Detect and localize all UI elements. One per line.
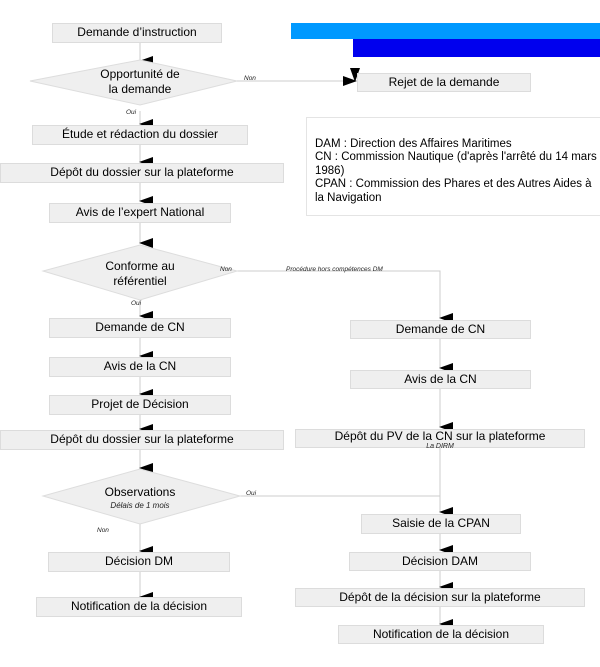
node-notification-left: Notification de la décision <box>36 597 242 617</box>
depot-pv-subtitle: La DIRM <box>426 443 454 450</box>
label-line: Opportunité de <box>100 67 180 81</box>
edge <box>237 270 453 323</box>
node-rejet: Rejet de la demande <box>357 73 531 92</box>
decision-observations-label: Observations <box>104 485 176 499</box>
node-decision-dam: Décision DAM <box>349 552 531 571</box>
node-demande-cn-right: Demande de CN <box>350 320 531 339</box>
node-depot-dossier-2: Dépôt du dossier sur la plateforme <box>0 430 284 450</box>
node-projet-decision: Projet de Décision <box>49 395 231 415</box>
label-line: référentiel <box>113 274 167 288</box>
edge-label-non: Non <box>244 75 256 82</box>
node-avis-cn-right: Avis de la CN <box>350 370 531 389</box>
node-avis-expert: Avis de l’expert National <box>49 203 231 223</box>
node-notification-right: Notification de la décision <box>338 625 544 644</box>
abbreviations-legend: DAM : Direction des Affaires Maritimes C… <box>306 117 600 216</box>
node-depot-dossier-1: Dépôt du dossier sur la plateforme <box>0 163 284 183</box>
legend-item-cn: CN : Commission Nautique (d'après l'arrê… <box>315 151 600 177</box>
edge-label-non: Non <box>97 527 109 534</box>
edge-label-oui: Oui <box>131 300 142 307</box>
node-demande-instruction: Demande d’instruction <box>52 23 222 43</box>
node-depot-decision: Dépôt de la décision sur la plateforme <box>295 588 585 607</box>
label-line: la demande <box>108 82 172 96</box>
observations-subtitle: Délais de 1 mois <box>110 501 170 510</box>
node-saisie-cpan: Saisie de la CPAN <box>361 514 521 534</box>
edge-label-oui: Oui <box>126 109 137 116</box>
decision-opportunite-label: Opportunité de la demande <box>80 67 200 97</box>
label-line: Conforme au <box>105 259 175 273</box>
node-avis-cn: Avis de la CN <box>49 357 231 377</box>
edge-label-hors-competences: Procédure hors compétences DM <box>286 266 383 273</box>
node-etude: Étude et rédaction du dossier <box>32 125 248 145</box>
edge-label-oui: Oui <box>246 490 257 497</box>
node-demande-cn: Demande de CN <box>49 318 231 338</box>
arrowhead <box>343 76 357 86</box>
node-decision-dm: Décision DM <box>48 552 230 572</box>
legend-item-dam: DAM : Direction des Affaires Maritimes <box>315 138 512 150</box>
edge-label-non: Non <box>220 266 232 273</box>
decision-conforme-label: Conforme au référentiel <box>80 259 200 289</box>
legend-item-cpan: CPAN : Commission des Phares et des Autr… <box>315 178 595 204</box>
